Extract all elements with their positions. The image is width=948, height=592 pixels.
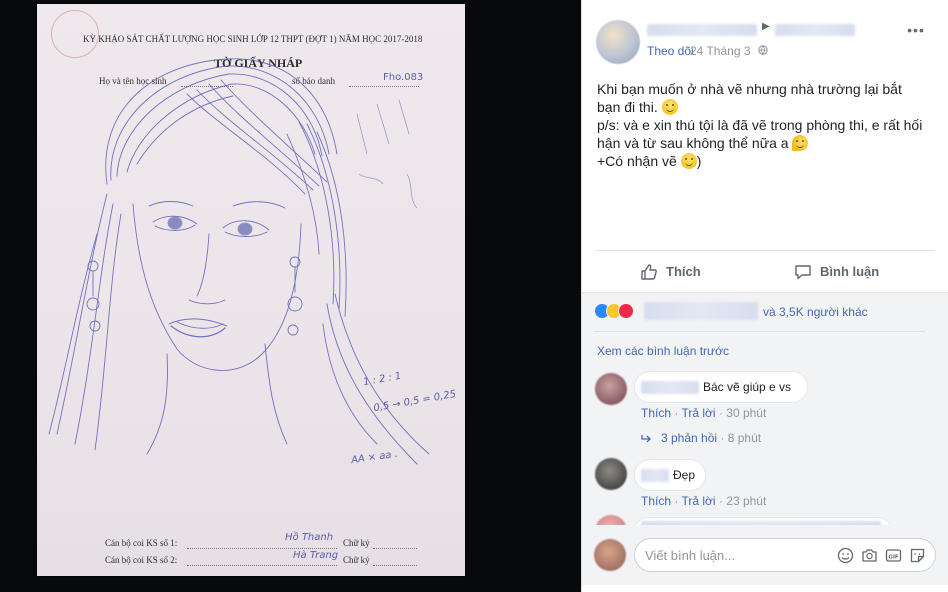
more-icon[interactable]: ••• <box>906 21 926 39</box>
comment-icon <box>795 265 811 280</box>
comment-actions: Thích · Trả lời · 30 phút <box>641 406 767 420</box>
post-header: ▶ Theo dõi · 24 Tháng 3 ••• <box>582 0 948 70</box>
author-name-redacted[interactable] <box>647 24 757 36</box>
replies-count: 3 phản hồi <box>661 431 718 445</box>
proctor-2-signature: Hà Trang <box>293 550 339 561</box>
comment-label: Bình luận <box>820 264 880 279</box>
post-text-line: bạn đi thi. <box>597 98 937 116</box>
meta-separator: · <box>683 44 687 58</box>
smile-emoji-icon <box>680 153 697 169</box>
post-text-line: hận và từ sau không thể nữa a <box>597 134 937 152</box>
feedback-section: và 3,5K người khác Xem các bình luận trư… <box>582 292 948 585</box>
replies-time: 8 phút <box>727 431 762 445</box>
proctor-2-label: Cán bộ coi KS số 2: <box>105 555 178 565</box>
post-timestamp[interactable]: 24 Tháng 3 <box>690 44 751 58</box>
commenter-name-redacted[interactable] <box>641 381 699 394</box>
group-name-redacted[interactable] <box>775 24 855 36</box>
photo-viewer[interactable]: KỲ KHẢO SÁT CHẤT LƯỢNG HỌC SINH LỚP 12 T… <box>0 0 581 592</box>
ballpoint-portrait-drawing <box>48 58 430 465</box>
view-previous-comments-link[interactable]: Xem các bình luận trước <box>597 344 729 358</box>
my-avatar <box>594 539 626 571</box>
post-text-line: +Có nhận vẽ ) <box>597 153 702 169</box>
emoji-icon[interactable] <box>837 547 854 564</box>
comment-reply-link[interactable]: Trả lời <box>681 406 715 420</box>
shared-to-arrow-icon: ▶ <box>762 21 770 32</box>
comment-time[interactable]: 30 phút <box>726 406 766 420</box>
author-avatar[interactable] <box>596 20 640 64</box>
gif-icon[interactable]: GIF <box>885 547 902 564</box>
comment-avatar[interactable] <box>595 373 627 405</box>
camera-icon[interactable] <box>861 547 878 564</box>
love-reaction-icon <box>618 303 634 319</box>
view-replies-link[interactable]: 3 phản hồi · 8 phút <box>641 431 761 445</box>
post-text: Khi bạn muốn ở nhà vẽ nhưng nhà trường l… <box>597 80 937 170</box>
post-sidebar: ▶ Theo dõi · 24 Tháng 3 ••• Khi bạn muốn… <box>581 0 948 592</box>
divider <box>594 331 925 332</box>
svg-text:GIF: GIF <box>888 555 899 561</box>
thumbs-up-icon <box>641 264 657 280</box>
comment-time[interactable]: 23 phút <box>726 494 766 508</box>
comment-like-link[interactable]: Thích <box>641 406 671 420</box>
sticker-icon[interactable] <box>909 547 926 564</box>
reply-arrow-icon <box>641 435 651 443</box>
post-action-bar: Thích Bình luận <box>596 250 935 292</box>
comment-input[interactable]: Viết bình luận... GIF <box>634 538 936 572</box>
comment-bubble: Đẹp <box>634 459 706 491</box>
comment-button[interactable]: Bình luận <box>794 251 904 292</box>
proctor-1-sign-label: Chữ ký <box>343 538 370 548</box>
smile-emoji-icon <box>661 99 678 115</box>
post-text-line: p/s: và e xin thú tội là đã vẽ trong phò… <box>597 117 923 133</box>
comment-composer: Viết bình luận... GIF <box>582 525 948 585</box>
moon-emoji-icon <box>792 135 809 151</box>
proctor-1-label: Cán bộ coi KS số 1: <box>105 538 178 548</box>
reaction-count-link[interactable]: và 3,5K người khác <box>763 305 868 319</box>
reactor-names-redacted[interactable] <box>644 302 758 320</box>
proctor-2-sign-label: Chữ ký <box>343 555 370 565</box>
comment-avatar[interactable] <box>595 458 627 490</box>
like-label: Thích <box>666 264 701 279</box>
comment-bubble: Bác vẽ giúp e vs <box>634 371 808 403</box>
post-text-line: Khi bạn muốn ở nhà vẽ nhưng nhà trường l… <box>597 81 902 97</box>
comment-like-link[interactable]: Thích <box>641 494 671 508</box>
globe-icon[interactable] <box>758 45 768 55</box>
like-button[interactable]: Thích <box>640 251 750 292</box>
post-photo[interactable]: KỲ KHẢO SÁT CHẤT LƯỢNG HỌC SINH LỚP 12 T… <box>37 4 465 576</box>
comment-text: Bác vẽ giúp e vs <box>703 380 792 394</box>
comment-input-placeholder: Viết bình luận... <box>645 548 736 563</box>
commenter-name-redacted[interactable] <box>641 469 669 482</box>
comment-text: Đẹp <box>673 468 696 482</box>
comment-actions: Thích · Trả lời · 23 phút <box>641 494 767 508</box>
proctor-1-signature: Hồ Thanh <box>285 532 334 543</box>
comment-reply-link[interactable]: Trả lời <box>681 494 715 508</box>
